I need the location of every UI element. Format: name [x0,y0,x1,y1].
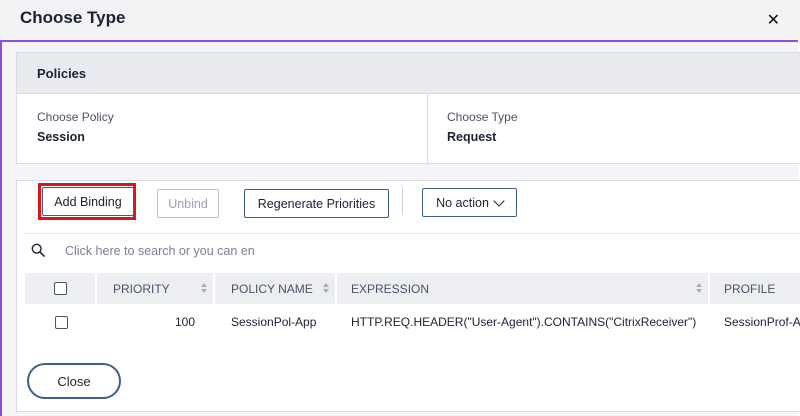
panel-header: Policies [17,53,800,94]
chevron-down-icon [493,194,505,207]
select-all-checkbox[interactable] [53,282,67,295]
action-select-label: No action [436,195,489,210]
sort-icon [696,283,702,293]
field-value: Session [37,130,85,144]
search-input[interactable] [65,242,270,260]
table-row[interactable]: 100 SessionPol-App HTTP.REQ.HEADER("User… [25,305,800,339]
cell-policy-name: SessionPol-App [231,315,317,329]
bindings-grid: Add Binding Unbind Regenerate Priorities… [16,180,800,412]
field-value: Request [447,130,497,144]
column-label: PROFILE [724,281,776,296]
cell-expression: HTTP.REQ.HEADER("User-Agent").CONTAINS("… [351,315,697,329]
column-header-priority[interactable]: PRIORITY [97,273,215,304]
panel-row: Choose Policy Session Choose Type Reques… [17,94,800,165]
dialog-header: Choose Type ✕ [0,0,800,40]
column-header-profile[interactable]: PROFILE [710,273,800,304]
column-label: PRIORITY [113,281,170,296]
close-icon[interactable]: ✕ [767,10,780,30]
row-select-cell [25,305,97,339]
regenerate-priorities-button[interactable]: Regenerate Priorities [244,189,389,218]
policies-panel: Policies Choose Policy Session Choose Ty… [16,52,800,165]
select-all-cell [25,273,97,304]
toolbar-divider [402,187,403,215]
cell-priority: 100 [174,315,195,329]
dialog-title: Choose Type [20,8,126,27]
row-checkbox[interactable] [54,315,68,329]
column-label: EXPRESSION [351,281,430,296]
sort-icon [323,283,329,293]
column-header-policy-name[interactable]: POLICY NAME [215,273,337,304]
field-label: Choose Type [447,110,518,124]
column-label: POLICY NAME [231,281,313,296]
search-icon [31,243,45,257]
search-bar [25,233,800,270]
table-header: PRIORITY POLICY NAME EXPRESSION PROFILE [25,273,800,304]
close-button[interactable]: Close [27,363,121,399]
choose-policy-field: Choose Policy Session [17,94,428,165]
column-header-expression[interactable]: EXPRESSION [337,273,710,304]
field-label: Choose Policy [37,110,114,124]
add-binding-button[interactable]: Add Binding [42,187,134,216]
grid-toolbar: Add Binding Unbind Regenerate Priorities… [17,181,800,229]
cell-profile: SessionProf-App [724,315,800,329]
dialog-body: Policies Choose Policy Session Choose Ty… [0,40,800,416]
action-select[interactable]: No action [422,188,517,217]
unbind-button[interactable]: Unbind [157,189,219,218]
sort-icon [201,283,207,293]
choose-type-field: Choose Type Request [427,94,800,165]
